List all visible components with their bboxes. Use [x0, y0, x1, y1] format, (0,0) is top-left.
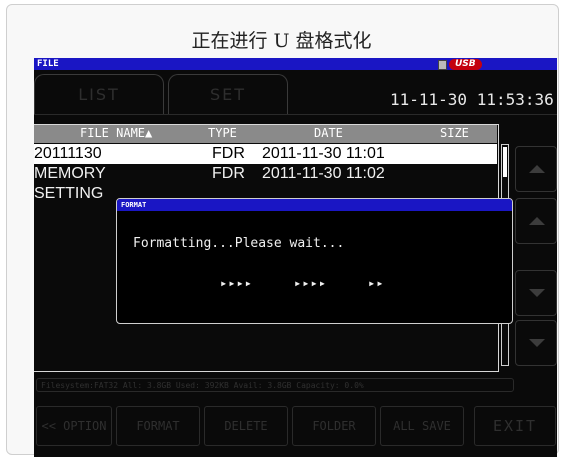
- caption-title: 正在进行 U 盘格式化: [191, 30, 372, 52]
- tab-divider: [34, 114, 557, 115]
- line-up-button[interactable]: [515, 198, 557, 244]
- file-type: FDR: [212, 165, 245, 182]
- all-save-button[interactable]: ALL SAVE: [380, 406, 464, 446]
- page-down-button[interactable]: [515, 320, 557, 366]
- scrollbar-thumb[interactable]: [503, 147, 507, 177]
- file-name: 20111130: [34, 145, 102, 162]
- scroll-up-icon: [529, 217, 545, 225]
- tab-set[interactable]: SET: [168, 74, 288, 115]
- file-name: MEMORY: [34, 165, 106, 182]
- file-row[interactable]: MEMORY FDR 2011-11-30 11:02: [34, 164, 497, 184]
- scroll-down-icon: [529, 289, 545, 297]
- file-date: 2011-11-30 11:02: [262, 165, 385, 182]
- screen-title: FILE: [37, 59, 59, 69]
- filesystem-status: Filesystem:FAT32 All: 3.8GB Used: 392KB …: [36, 378, 514, 392]
- file-date: 2011-11-30 11:01: [262, 145, 385, 162]
- delete-button[interactable]: DELETE: [204, 406, 288, 446]
- exit-button[interactable]: EXIT: [474, 406, 556, 446]
- format-button[interactable]: FORMAT: [116, 406, 200, 446]
- column-size[interactable]: SIZE: [440, 126, 469, 140]
- dialog-title-bar: FORMAT: [117, 199, 512, 211]
- file-name: SETTING: [34, 185, 104, 202]
- file-list-header: FILE NAME▲ TYPE DATE SIZE: [34, 125, 497, 143]
- scroll-down-icon: [529, 339, 545, 347]
- column-type[interactable]: TYPE: [208, 126, 237, 140]
- scroll-up-icon: [529, 165, 545, 173]
- tab-list[interactable]: LIST: [34, 74, 164, 115]
- line-down-button[interactable]: [515, 270, 557, 316]
- column-file-name[interactable]: FILE NAME▲: [80, 126, 152, 140]
- dialog-title: FORMAT: [121, 201, 147, 209]
- page-up-button[interactable]: [515, 146, 557, 192]
- usb-drive-icon: [438, 60, 447, 70]
- usb-badge: USB: [449, 59, 482, 70]
- clock-readout: 11-11-30 11:53:36: [390, 90, 554, 109]
- folder-button[interactable]: FOLDER: [292, 406, 376, 446]
- column-date[interactable]: DATE: [314, 126, 343, 140]
- screen-title-bar: FILE USB: [34, 58, 557, 70]
- file-type: FDR: [212, 145, 245, 162]
- option-button[interactable]: << OPTION: [36, 406, 112, 446]
- dialog-message: Formatting...Please wait...: [133, 236, 345, 251]
- format-dialog: FORMAT Formatting...Please wait... ▸▸▸▸ …: [116, 198, 513, 324]
- device-screen: FILE USB LIST SET 11-11-30 11:53:36 FILE…: [34, 58, 557, 457]
- format-progress-indicator: ▸▸▸▸ ▸▸▸▸ ▸▸: [220, 276, 385, 290]
- file-row[interactable]: 20111130 FDR 2011-11-30 11:01: [34, 144, 497, 164]
